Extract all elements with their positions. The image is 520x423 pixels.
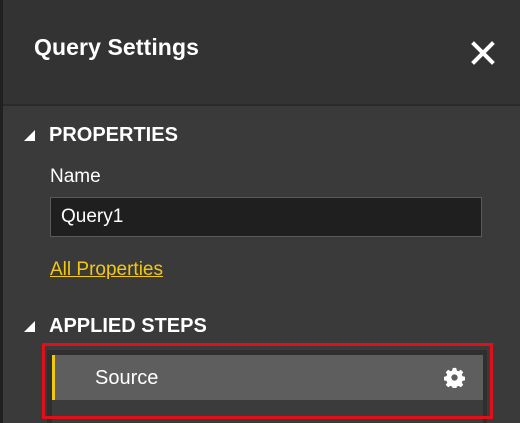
panel-header: Query Settings <box>3 0 520 104</box>
collapse-triangle-icon <box>24 321 35 332</box>
panel-title: Query Settings <box>34 34 199 60</box>
name-input[interactable] <box>50 197 482 237</box>
steps-list-empty-area <box>52 400 483 423</box>
properties-section-label: PROPERTIES <box>49 124 178 146</box>
close-icon <box>471 41 495 65</box>
step-settings-button[interactable] <box>443 367 466 390</box>
applied-steps-section-header[interactable]: APPLIED STEPS <box>24 315 207 338</box>
header-divider <box>3 104 520 106</box>
name-label: Name <box>50 166 101 187</box>
collapse-triangle-icon <box>24 130 35 141</box>
step-label: Source <box>95 367 159 389</box>
applied-steps-section-label: APPLIED STEPS <box>49 315 207 337</box>
all-properties-link[interactable]: All Properties <box>50 259 163 281</box>
properties-section-header[interactable]: PROPERTIES <box>24 124 178 147</box>
gear-icon <box>443 367 466 390</box>
selected-step-accent <box>52 355 55 400</box>
close-button[interactable] <box>470 40 496 66</box>
step-item-source[interactable]: Source <box>52 355 483 400</box>
query-settings-panel: Query Settings PROPERTIES Name All Prope… <box>0 0 520 423</box>
applied-steps-list: Source <box>47 350 487 423</box>
